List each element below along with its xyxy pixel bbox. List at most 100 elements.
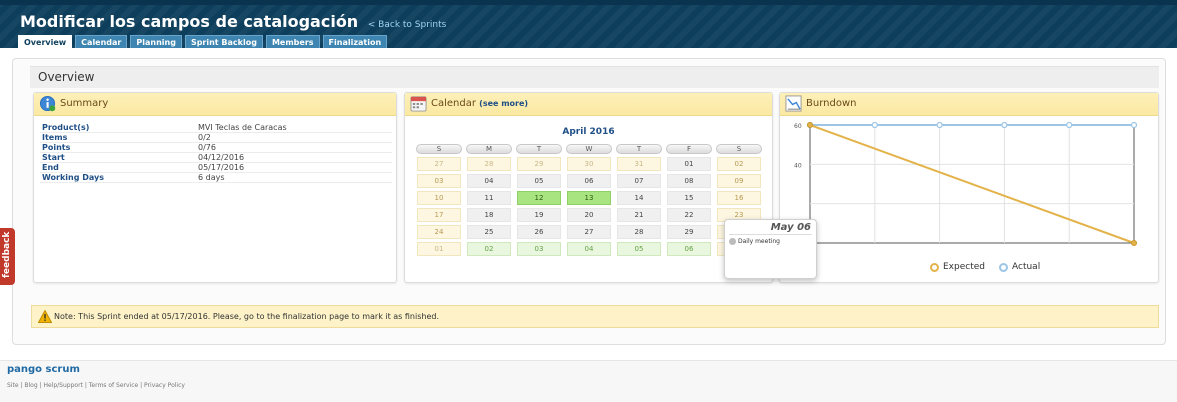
calendar-day[interactable]: 06: [667, 242, 711, 256]
calendar-day[interactable]: 03: [517, 242, 561, 256]
calendar-day[interactable]: 28: [467, 157, 511, 171]
popup-event-label: Daily meeting: [738, 238, 780, 245]
actual-point: [1130, 121, 1138, 129]
calendar-panel: Calendar (see more) April 2016 SMTWTFS 2…: [404, 92, 817, 283]
footer-links: Site | Blog | Help/Support | Terms of Se…: [7, 382, 185, 389]
calendar-day[interactable]: 05: [617, 242, 661, 256]
burndown-panel-header: Burndown: [780, 93, 1158, 116]
footer-link-blog[interactable]: Blog: [24, 382, 37, 389]
tab-planning[interactable]: Planning: [130, 35, 182, 48]
summary-value: MVI Teclas de Caracas: [198, 123, 287, 132]
calendar-day[interactable]: 26: [517, 225, 561, 239]
calendar-day[interactable]: 01: [667, 157, 711, 171]
main-content: Overview Summary Product(s) MVI Teclas de…: [12, 58, 1166, 345]
calendar-day[interactable]: 15: [667, 191, 711, 205]
y-tick-label: 60: [794, 123, 802, 130]
calendar-day[interactable]: 12: [517, 191, 561, 205]
page-title: Modificar los campos de catalogación < B…: [20, 12, 446, 31]
feedback-tab[interactable]: feedback: [0, 228, 15, 285]
calendar-day[interactable]: 18: [467, 208, 511, 222]
calendar-day[interactable]: 29: [667, 225, 711, 239]
info-icon: [39, 95, 56, 112]
calendar-day[interactable]: 24: [417, 225, 461, 239]
summary-title: Summary: [60, 98, 109, 109]
calendar-day[interactable]: 16: [717, 191, 761, 205]
popup-event[interactable]: Daily meeting: [729, 238, 780, 245]
tab-sprint-backlog[interactable]: Sprint Backlog: [184, 35, 263, 48]
summary-panel-header: Summary: [34, 93, 396, 116]
burndown-chart: 60 40: [794, 121, 1138, 246]
back-to-sprints-link[interactable]: < Back to Sprints: [368, 20, 447, 30]
weekday-label: S: [416, 144, 462, 154]
calendar-day[interactable]: 04: [567, 242, 611, 256]
calendar-day[interactable]: 02: [467, 242, 511, 256]
summary-panel: Summary Product(s) MVI Teclas de Caracas …: [33, 92, 397, 283]
summary-row: Items 0/2: [40, 133, 392, 143]
calendar-day[interactable]: 25: [467, 225, 511, 239]
calendar-day[interactable]: 05: [517, 174, 561, 188]
calendar-day[interactable]: 02: [717, 157, 761, 171]
actual-point: [1066, 121, 1073, 129]
header-bar: Modificar los campos de catalogación < B…: [0, 0, 1177, 48]
calendar-day[interactable]: 27: [417, 157, 461, 171]
expected-point: [807, 122, 813, 128]
popup-date: May 06: [770, 222, 811, 233]
calendar-day[interactable]: 30: [567, 157, 611, 171]
tab-members[interactable]: Members: [265, 35, 320, 48]
calendar-day[interactable]: 17: [417, 208, 461, 222]
calendar-day[interactable]: 13: [567, 191, 611, 205]
footer-link-help[interactable]: Help/Support: [43, 382, 82, 389]
top-strip: [0, 0, 1177, 5]
calendar-day[interactable]: 11: [467, 191, 511, 205]
weekday-header: SMTWTFS: [416, 144, 766, 154]
weekday-label: W: [566, 144, 612, 154]
tab-finalization[interactable]: Finalization: [322, 35, 388, 48]
summary-value: 0/76: [198, 143, 216, 152]
summary-label: Working Days: [42, 173, 105, 182]
expected-point: [1131, 240, 1137, 246]
calendar-month: April 2016: [562, 127, 615, 137]
summary-label: Points: [42, 143, 71, 152]
tab-calendar[interactable]: Calendar: [75, 35, 128, 48]
summary-label: Product(s): [42, 123, 90, 132]
calendar-day[interactable]: 29: [517, 157, 561, 171]
calendar-day[interactable]: 10: [417, 191, 461, 205]
calendar-day[interactable]: 19: [517, 208, 561, 222]
calendar-day[interactable]: 04: [467, 174, 511, 188]
calendar-day[interactable]: 22: [667, 208, 711, 222]
calendar-day[interactable]: 08: [667, 174, 711, 188]
footer-link-privacy[interactable]: Privacy Policy: [144, 382, 185, 389]
popup-divider: [729, 234, 812, 235]
legend-expected[interactable]: Expected: [930, 262, 985, 272]
tab-overview[interactable]: Overview: [18, 35, 73, 48]
summary-value: 0/2: [198, 133, 211, 142]
legend-actual[interactable]: Actual: [999, 262, 1040, 272]
calendar-day[interactable]: 06: [567, 174, 611, 188]
calendar-day[interactable]: 27: [567, 225, 611, 239]
calendar-title-text: Calendar: [431, 98, 476, 109]
tab-bar: Overview Calendar Planning Sprint Backlo…: [18, 35, 388, 48]
footer-link-site[interactable]: Site: [7, 382, 19, 389]
calendar-day[interactable]: 21: [617, 208, 661, 222]
y-tick-label: 40: [794, 162, 802, 169]
summary-row: End 05/17/2016: [40, 163, 392, 173]
calendar-day[interactable]: 31: [617, 157, 661, 171]
day-popup: May 06 Daily meeting: [724, 219, 817, 279]
actual-point: [871, 121, 878, 129]
see-more-link[interactable]: (see more): [479, 99, 528, 108]
weekday-label: S: [716, 144, 762, 154]
pangoscrum-logo[interactable]: pango scrum: [7, 364, 80, 375]
calendar-day[interactable]: 03: [417, 174, 461, 188]
calendar-day[interactable]: 01: [417, 242, 461, 256]
calendar-day[interactable]: 28: [617, 225, 661, 239]
footer-link-terms[interactable]: Terms of Service: [89, 382, 138, 389]
calendar-day[interactable]: 14: [617, 191, 661, 205]
summary-value: 04/12/2016: [198, 153, 245, 162]
calendar-day[interactable]: 20: [567, 208, 611, 222]
actual-point: [1001, 121, 1008, 129]
legend-actual-marker: [999, 262, 1008, 272]
burndown-legend: Expected Actual: [930, 262, 1040, 272]
calendar-day[interactable]: 09: [717, 174, 761, 188]
warning-icon: [38, 310, 52, 323]
calendar-day[interactable]: 07: [617, 174, 661, 188]
